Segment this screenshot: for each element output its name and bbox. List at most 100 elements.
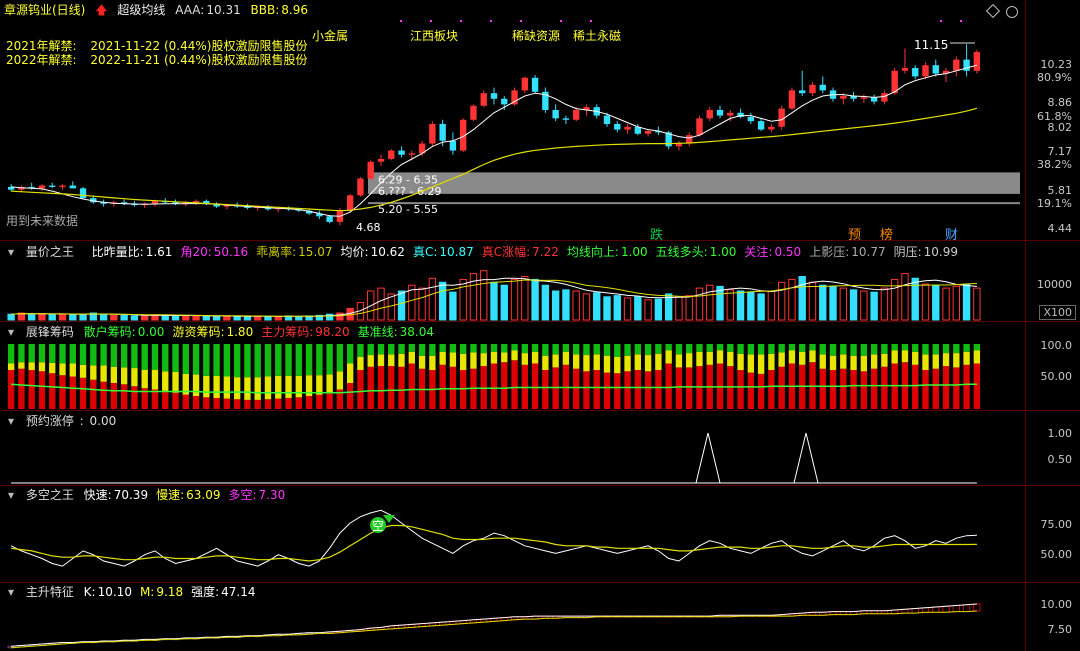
chip-hot-bar xyxy=(552,354,559,368)
chip-hot-bar xyxy=(439,351,446,365)
candle-body xyxy=(377,158,385,162)
volume-bar xyxy=(480,270,488,321)
chip-hot-bar xyxy=(932,354,939,369)
candle-body xyxy=(521,77,529,91)
volume-bar xyxy=(777,281,786,321)
chip-retail-bar xyxy=(151,344,159,370)
chip-main-bar xyxy=(922,370,929,409)
chip-hot-bar xyxy=(131,368,138,387)
candle-body xyxy=(788,90,796,109)
event-marker: 跌 xyxy=(650,227,663,240)
rise-chart[interactable] xyxy=(0,583,1026,651)
chip-hot-bar xyxy=(686,353,693,368)
chip-retail-bar xyxy=(203,344,210,376)
volume-bar xyxy=(870,291,878,321)
volume-bar xyxy=(27,313,36,321)
chip-hot-bar xyxy=(850,355,857,370)
candle-body xyxy=(480,93,487,106)
candle-body xyxy=(644,130,652,134)
limitup-chart[interactable] xyxy=(0,411,1026,485)
volume-bar xyxy=(962,283,971,321)
scale-tick: 8.86 xyxy=(1047,96,1073,109)
candle-body xyxy=(69,185,76,189)
chip-hot-bar xyxy=(377,354,385,367)
candle-body xyxy=(819,84,826,91)
chip-hot-bar xyxy=(665,350,672,364)
limitup-scale: 1.00 0.50 xyxy=(1025,411,1080,485)
chip-retail-bar xyxy=(686,344,693,354)
chip-retail-bar xyxy=(377,344,385,355)
chip-main-bar xyxy=(665,363,672,409)
volume-bar xyxy=(48,313,56,321)
chip-main-bar xyxy=(942,366,950,409)
volume-bar xyxy=(757,293,765,321)
rise-panel[interactable]: ▾ 主升特征 K: 10.10 M: 9.18 强度: 47.14 10.00 7.50 xyxy=(0,583,1080,651)
candle-body xyxy=(562,118,570,120)
volume-bar xyxy=(932,284,940,321)
chip-retail-bar xyxy=(100,344,107,366)
chip-hot-bar xyxy=(162,371,169,391)
chip-retail-bar xyxy=(881,344,888,354)
chip-hot-bar xyxy=(901,350,909,363)
chip-retail-bar xyxy=(439,344,446,352)
chip-panel[interactable]: ▾ 展锋筹码 散户筹码: 0.00 游资筹码: 1.80 主力筹码: 98.20 基准线: 3… xyxy=(0,322,1080,410)
chip-retail-bar xyxy=(542,344,549,356)
volume-bar xyxy=(644,299,652,321)
scale-tick: 7.17 xyxy=(1047,145,1073,158)
volume-bar xyxy=(490,281,498,321)
volume-chart[interactable] xyxy=(0,241,1026,321)
volume-bar xyxy=(510,278,519,321)
chip-main-bar xyxy=(449,366,457,409)
chip-retail-bar xyxy=(788,344,796,351)
chip-retail-bar xyxy=(932,344,939,355)
chip-hot-bar xyxy=(69,363,76,377)
chip-hot-bar xyxy=(90,365,97,380)
chip-retail-bar xyxy=(285,344,292,376)
volume-bar xyxy=(171,315,180,321)
candle-body xyxy=(614,123,621,130)
limitup-panel[interactable]: ▾ 预约涨停 : 0.00 1.00 0.50 xyxy=(0,411,1080,485)
chip-retail-bar xyxy=(501,344,508,353)
chip-retail-bar xyxy=(799,344,806,352)
chip-main-bar xyxy=(223,398,231,409)
bullbear-scale: 75.00 50.00 xyxy=(1025,486,1080,582)
scale-tick: 4.44 xyxy=(1047,222,1073,235)
scale-tick: 5.81 xyxy=(1047,184,1073,197)
chip-hot-bar xyxy=(614,357,621,374)
volume-bar xyxy=(880,287,889,321)
rise-bar xyxy=(973,603,981,612)
chip-main-bar xyxy=(973,363,981,409)
chip-retail-bar xyxy=(573,344,580,355)
main-price-panel[interactable]: 章源钨业(日线) 🡅 超级均线 AAA: 10.31 BBB: 8.96 2021年… xyxy=(0,0,1080,240)
chip-retail-bar xyxy=(614,344,621,357)
chip-retail-bar xyxy=(388,344,395,355)
chip-chart[interactable] xyxy=(0,322,1026,410)
chip-retail-bar xyxy=(59,344,66,364)
candle-body xyxy=(429,123,436,144)
bullbear-panel[interactable]: ▾ 多空之王 快速: 70.39 慢速: 63.09 多空: 7.30 空 75.00 5… xyxy=(0,486,1080,582)
volume-bar xyxy=(58,313,67,321)
event-marker: 预 xyxy=(848,228,861,240)
chip-hot-bar xyxy=(254,377,261,400)
volume-panel[interactable]: ▾ 量价之王 比昨量比: 1.61 角20: 50.16 乖离率: 15.07 均价: 10.… xyxy=(0,241,1080,321)
volume-bar xyxy=(562,289,570,321)
candle-body xyxy=(357,178,364,196)
candle-body xyxy=(747,116,755,122)
chip-hot-bar xyxy=(490,351,498,364)
chip-main-bar xyxy=(49,373,56,409)
chip-retail-bar xyxy=(552,344,559,355)
chip-main-bar xyxy=(439,364,446,409)
scale-tick: 38.2% xyxy=(1037,158,1072,171)
candle-body xyxy=(490,93,498,99)
bullbear-chart[interactable]: 空 xyxy=(0,486,1026,582)
top-marker xyxy=(560,20,562,22)
chip-main-bar xyxy=(655,370,662,409)
chip-main-bar xyxy=(953,367,960,409)
chip-retail-bar xyxy=(870,344,878,355)
top-marker xyxy=(960,20,962,22)
price-chart[interactable]: 6.29 - 6.356.??? - 6.295.20 - 5.5511.154… xyxy=(0,0,1026,240)
chip-main-bar xyxy=(388,366,395,409)
chip-retail-bar xyxy=(953,344,960,354)
chip-retail-bar xyxy=(213,344,220,376)
chip-main-bar xyxy=(819,368,826,409)
